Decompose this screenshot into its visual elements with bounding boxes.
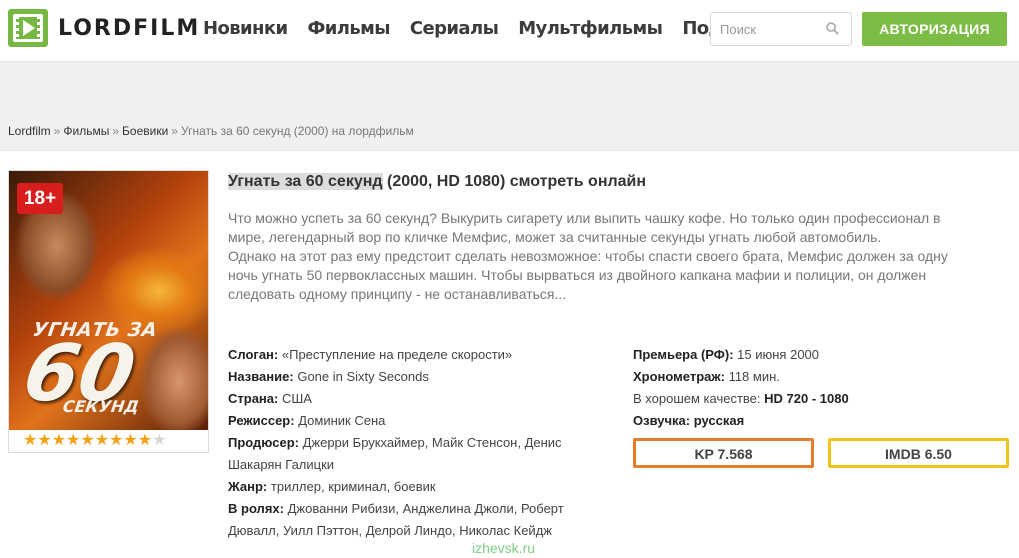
search-icon[interactable] — [826, 22, 839, 35]
site-header: LORDFILM Новинки Фильмы Сериалы Мультфил… — [0, 0, 1019, 62]
info-cast: В ролях: Джованни Рибизи, Анджелина Джол… — [228, 501, 564, 538]
site-logo[interactable]: LORDFILM — [8, 9, 200, 47]
star-icon[interactable]: ★ — [95, 432, 109, 450]
star-icon[interactable]: ★ — [152, 432, 166, 450]
info-country: Страна: США — [228, 391, 312, 406]
breadcrumb-current: Угнать за 60 секунд (2000) на лордфильм — [180, 124, 414, 138]
watermark: izhevsk.ru — [472, 540, 536, 556]
movie-content: УГНАТЬ ЗА 60 СЕКУНД 18+ ★ ★ ★ ★ ★ ★ ★ ★ … — [0, 150, 1019, 558]
breadcrumb: Lordfilm» Фильмы» Боевики» Угнать за 60 сек… — [8, 124, 414, 138]
star-icon[interactable]: ★ — [66, 432, 80, 450]
info-quality: В хорошем качестве: HD 720 - 1080 — [633, 391, 849, 406]
movie-info-right: Премьера (РФ): 15 июня 2000 Хронометраж:… — [633, 344, 1013, 432]
nav-serialy[interactable]: Сериалы — [410, 18, 499, 39]
info-slogan: Слоган: «Преступление на пределе скорост… — [228, 347, 513, 362]
star-icon[interactable]: ★ — [80, 432, 94, 450]
age-rating-badge: 18+ — [17, 183, 63, 214]
breadcrumb-films[interactable]: Фильмы — [63, 124, 109, 138]
info-original-title: Название: Gone in Sixty Seconds — [228, 369, 429, 384]
movie-description: Что можно успеть за 60 секунд? Выкурить … — [228, 209, 948, 304]
poster-title-line3: СЕКУНД — [61, 397, 141, 416]
star-icon[interactable]: ★ — [23, 432, 37, 450]
auth-button[interactable]: АВТОРИЗАЦИЯ — [862, 12, 1007, 46]
breadcrumb-separator: » — [171, 124, 178, 138]
star-icon[interactable]: ★ — [138, 432, 152, 450]
info-producer: Продюсер: Джерри Брукхаймер, Майк Стенсо… — [228, 435, 562, 472]
star-icon[interactable]: ★ — [123, 432, 137, 450]
breadcrumb-separator: » — [53, 124, 61, 138]
info-dubbing: Озвучка: русская — [633, 413, 745, 428]
star-icon[interactable]: ★ — [109, 432, 123, 450]
description-paragraph: Что можно успеть за 60 секунд? Выкурить … — [228, 210, 941, 245]
description-paragraph: Однако на этот раз ему предстоит сделать… — [228, 248, 948, 302]
info-duration: Хронометраж: 118 мин. — [633, 369, 780, 384]
film-play-icon — [8, 9, 48, 47]
star-icon[interactable]: ★ — [52, 432, 66, 450]
poster-card: УГНАТЬ ЗА 60 СЕКУНД 18+ ★ ★ ★ ★ ★ ★ ★ ★ … — [8, 170, 209, 453]
info-genre: Жанр: триллер, криминал, боевик — [228, 479, 436, 494]
star-icon[interactable]: ★ — [37, 432, 51, 450]
movie-title: Угнать за 60 секунд (2000, HD 1080) смот… — [228, 173, 647, 190]
info-premiere: Премьера (РФ): 15 июня 2000 — [633, 347, 820, 362]
nav-multfilmy[interactable]: Мультфильмы — [518, 18, 663, 39]
breadcrumb-home[interactable]: Lordfilm — [8, 124, 51, 138]
nav-filmy[interactable]: Фильмы — [308, 18, 391, 39]
movie-poster[interactable]: УГНАТЬ ЗА 60 СЕКУНД 18+ — [9, 171, 208, 430]
search-input[interactable] — [711, 13, 821, 45]
nav-novinki[interactable]: Новинки — [203, 18, 288, 39]
breadcrumb-action[interactable]: Боевики — [122, 124, 168, 138]
search-box — [710, 12, 852, 46]
imdb-rating[interactable]: IMDB 6.50 — [828, 438, 1009, 468]
star-rating[interactable]: ★ ★ ★ ★ ★ ★ ★ ★ ★ ★ — [23, 432, 166, 450]
movie-info-left: Слоган: «Преступление на пределе скорост… — [228, 344, 608, 542]
kinopoisk-rating[interactable]: KP 7.568 — [633, 438, 814, 468]
info-director: Режиссер: Доминик Сена — [228, 413, 386, 428]
breadcrumb-separator: » — [112, 124, 120, 138]
logo-text: LORDFILM — [58, 15, 201, 41]
